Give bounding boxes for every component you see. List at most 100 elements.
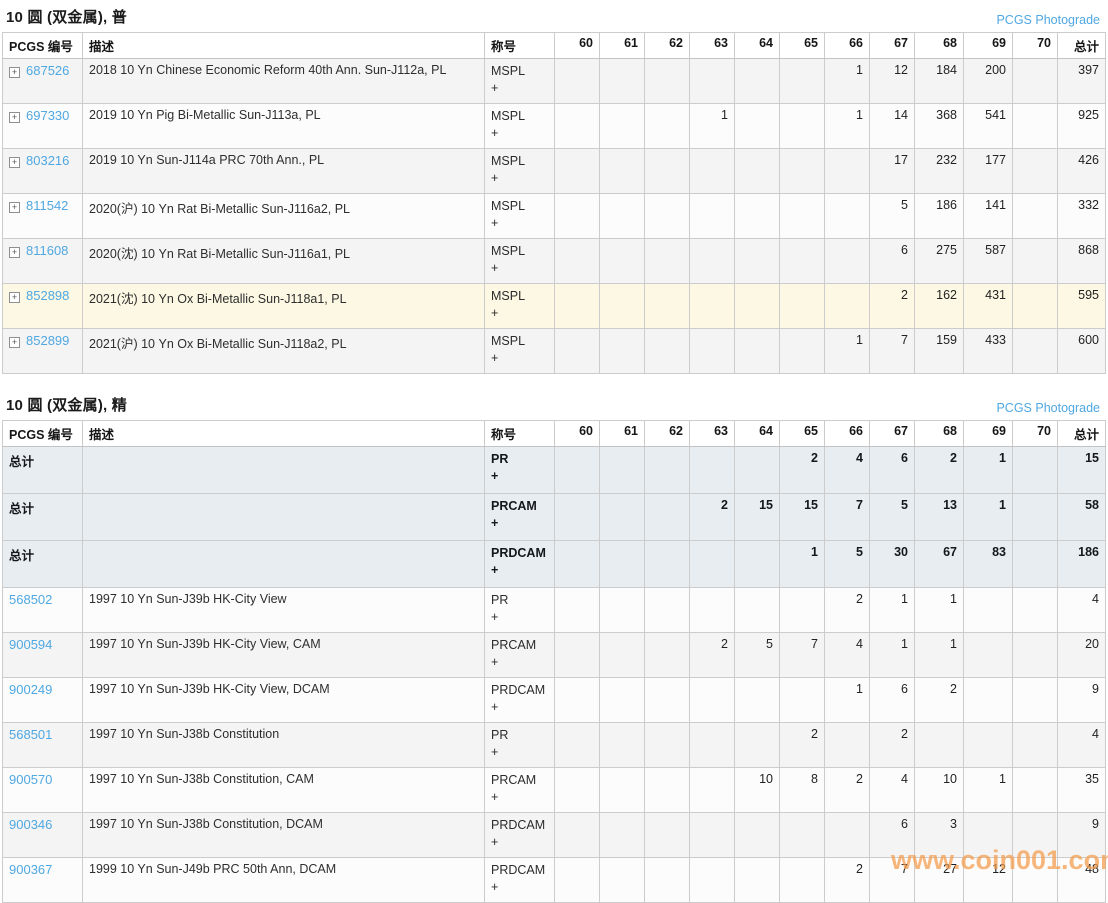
grade-cell-66: 1 [825, 59, 870, 104]
grade-cell-66: 1 [825, 329, 870, 374]
cert-number-link[interactable]: 852898 [26, 288, 69, 303]
pcgs-photograde-link[interactable]: PCGS Photograde [996, 13, 1102, 27]
col-header-grade-62: 62 [645, 33, 690, 59]
cert-number-link[interactable]: 568501 [9, 727, 52, 742]
grade-cell-68: 186 [915, 194, 964, 239]
cert-number-link[interactable]: 687526 [26, 63, 69, 78]
designation-plus: + [491, 609, 548, 626]
expand-icon[interactable]: + [9, 202, 20, 213]
grade-cell-62 [645, 633, 690, 678]
grade-cell-60 [555, 768, 600, 813]
grade-cell-63 [690, 239, 735, 284]
grade-cell-61 [600, 329, 645, 374]
grade-cell-70 [1013, 447, 1058, 494]
grade-cell-68: 13 [915, 494, 964, 541]
grade-cell-67: 5 [870, 494, 915, 541]
grade-cell-64 [735, 858, 780, 903]
expand-icon[interactable]: + [9, 157, 20, 168]
designation-plus: + [491, 879, 548, 896]
grade-cell-60 [555, 588, 600, 633]
cert-number-link[interactable]: 568502 [9, 592, 52, 607]
cert-number-link[interactable]: 803216 [26, 153, 69, 168]
grade-cell-63 [690, 723, 735, 768]
grade-cell-69: 12 [964, 858, 1013, 903]
grade-cell-60 [555, 813, 600, 858]
total-row-label: 总计 [9, 455, 34, 469]
total-cell: 20 [1058, 633, 1106, 678]
designation-cell: PRDCAM+ [485, 541, 555, 588]
grade-cell-67: 7 [870, 329, 915, 374]
expand-icon[interactable]: + [9, 247, 20, 258]
col-header-description: 描述 [83, 421, 485, 447]
grade-cell-67: 5 [870, 194, 915, 239]
cert-number-link[interactable]: 900367 [9, 862, 52, 877]
grade-cell-69 [964, 678, 1013, 723]
designation-cell: PRCAM+ [485, 494, 555, 541]
grade-cell-68: 184 [915, 59, 964, 104]
total-row-label: 总计 [9, 502, 34, 516]
cert-number-link[interactable]: 900570 [9, 772, 52, 787]
table-row: 9003671999 10 Yn Sun-J49b PRC 50th Ann, … [3, 858, 1106, 903]
grade-cell-62 [645, 858, 690, 903]
cert-number-link[interactable]: 811608 [26, 243, 68, 258]
grade-cell-64 [735, 541, 780, 588]
cert-cell: +687526 [3, 59, 83, 104]
cert-number-link[interactable]: 900249 [9, 682, 52, 697]
designation-cell: PRCAM+ [485, 633, 555, 678]
grade-cell-63 [690, 588, 735, 633]
grade-cell-66 [825, 284, 870, 329]
grade-cell-70 [1013, 588, 1058, 633]
designation-plus: + [491, 80, 548, 97]
col-header-grade-63: 63 [690, 421, 735, 447]
grade-cell-64 [735, 447, 780, 494]
grade-cell-68: 368 [915, 104, 964, 149]
col-header-designation: 称号 [485, 421, 555, 447]
grade-cell-62 [645, 588, 690, 633]
cert-number-link[interactable]: 900594 [9, 637, 52, 652]
expand-icon[interactable]: + [9, 337, 20, 348]
grade-cell-63 [690, 768, 735, 813]
expand-icon[interactable]: + [9, 67, 20, 78]
pcgs-photograde-link[interactable]: PCGS Photograde [996, 401, 1102, 415]
total-cell: 600 [1058, 329, 1106, 374]
col-header-grade-60: 60 [555, 33, 600, 59]
col-header-grade-68: 68 [915, 421, 964, 447]
grade-cell-65 [780, 588, 825, 633]
section-ms: 10 圆 (双金属), 普 PCGS Photograde PCGS 编号描述称… [0, 0, 1108, 374]
designation-cell: MSPL+ [485, 59, 555, 104]
grade-cell-66: 2 [825, 858, 870, 903]
total-cell: 35 [1058, 768, 1106, 813]
grade-cell-62 [645, 59, 690, 104]
grade-cell-64: 15 [735, 494, 780, 541]
cert-number-link[interactable]: 852899 [26, 333, 69, 348]
grade-cell-65 [780, 149, 825, 194]
grade-cell-68: 159 [915, 329, 964, 374]
cert-cell: 900249 [3, 678, 83, 723]
designation-plus: + [491, 260, 548, 277]
cert-number-link[interactable]: 900346 [9, 817, 52, 832]
cert-number-link[interactable]: 811542 [26, 198, 68, 213]
description-cell: 1997 10 Yn Sun-J38b Constitution [83, 723, 485, 768]
expand-icon[interactable]: + [9, 112, 20, 123]
grade-cell-61 [600, 149, 645, 194]
designation-label: PRCAM [491, 637, 548, 654]
total-cell: 595 [1058, 284, 1106, 329]
grade-cell-63 [690, 329, 735, 374]
col-header-grade-70: 70 [1013, 33, 1058, 59]
designation-plus: + [491, 562, 548, 579]
description-cell: 1997 10 Yn Sun-J39b HK-City View, DCAM [83, 678, 485, 723]
designation-label: PRDCAM [491, 862, 548, 879]
grade-cell-66: 7 [825, 494, 870, 541]
col-header-cert: PCGS 编号 [3, 421, 83, 447]
designation-label: MSPL [491, 198, 548, 215]
grade-cell-69: 1 [964, 494, 1013, 541]
grade-cell-60 [555, 284, 600, 329]
grade-cell-66 [825, 813, 870, 858]
cert-number-link[interactable]: 697330 [26, 108, 69, 123]
grade-cell-62 [645, 239, 690, 284]
col-header-grade-62: 62 [645, 421, 690, 447]
col-header-grade-68: 68 [915, 33, 964, 59]
cert-cell: +811608 [3, 239, 83, 284]
grade-cell-66 [825, 723, 870, 768]
expand-icon[interactable]: + [9, 292, 20, 303]
